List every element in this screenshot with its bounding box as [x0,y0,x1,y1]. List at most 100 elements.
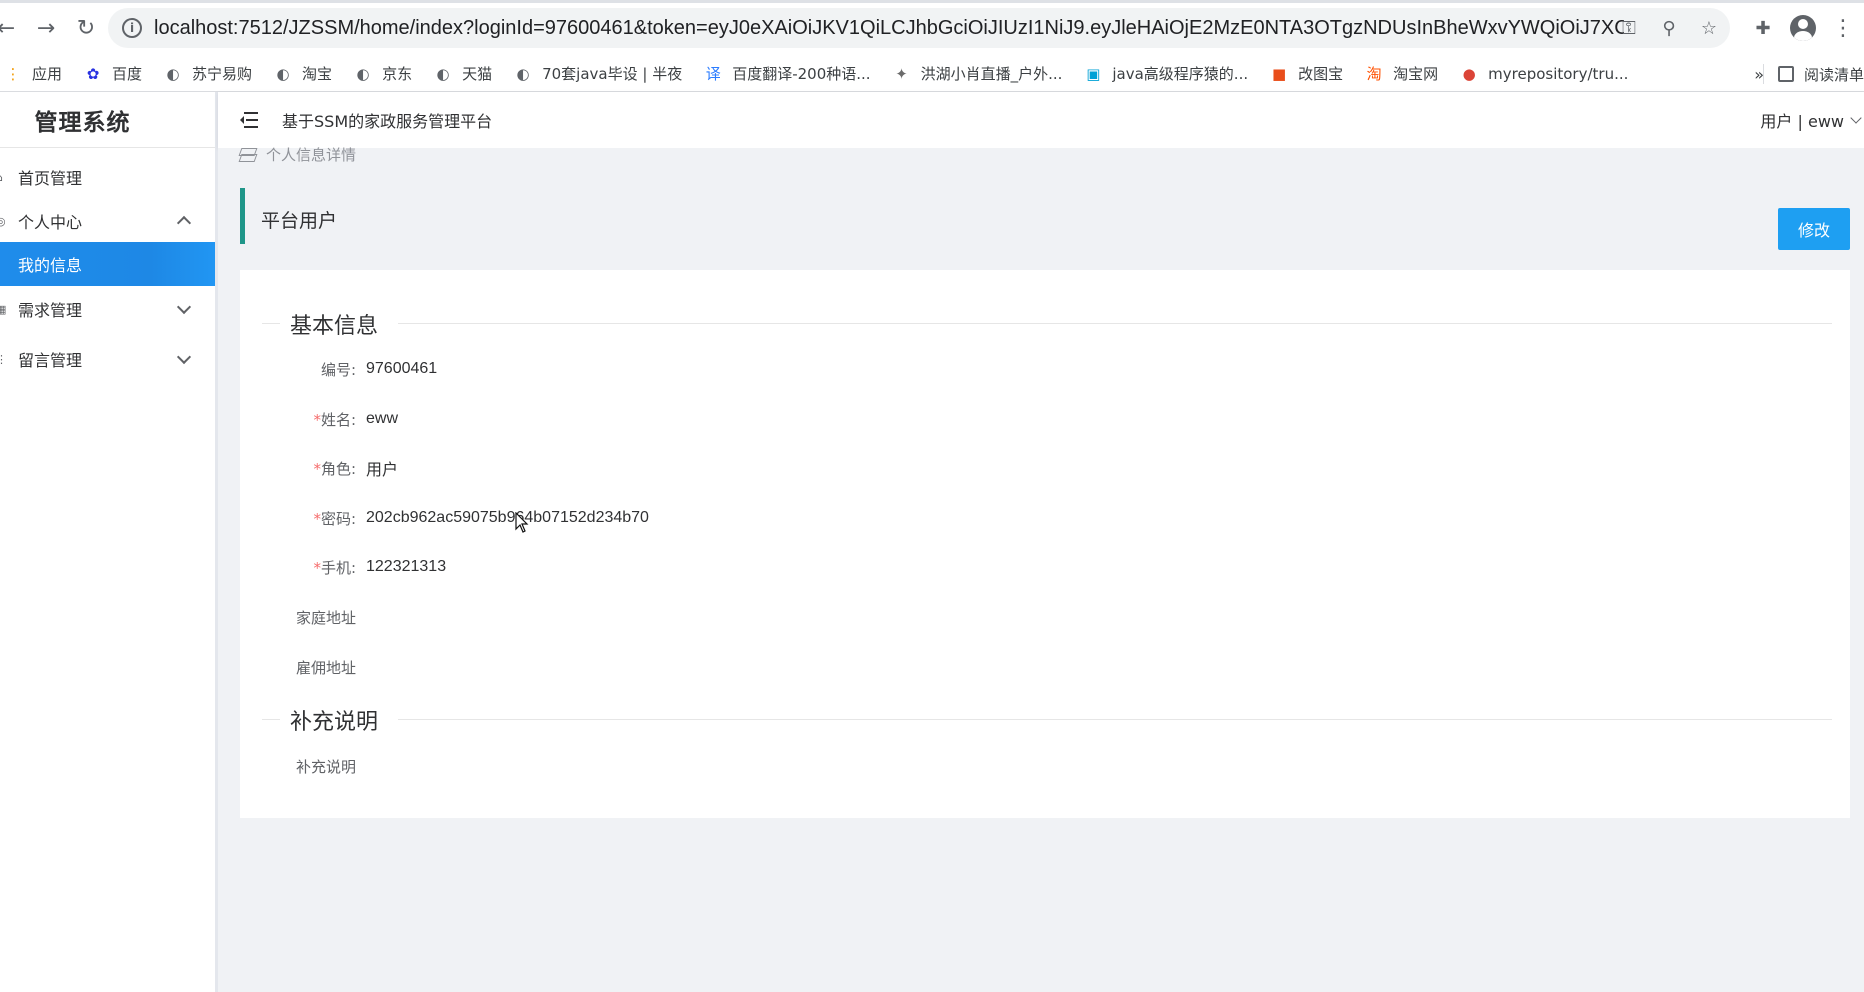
sidebar-item-home[interactable]: ⌂ 首页管理 [0,152,215,202]
field-id: 编号: 97600461 [240,355,1040,383]
user-label: 用户 | eww [1760,112,1844,131]
bookmark-label: java高级程序猿的... [1112,65,1249,83]
page-header: 平台用户 修改 [240,188,1850,250]
edit-button[interactable]: 修改 [1778,208,1850,250]
menu-toggle-icon[interactable] [240,112,260,128]
reading-list-button[interactable]: 阅读清单 [1762,56,1864,92]
url-text[interactable]: localhost:7512/JZSSM/home/index?loginId=… [154,17,1624,40]
bookmark-item[interactable]: ✦ 洪湖小肖直播_户外... [893,63,1063,84]
sidebar-item-label: 个人中心 [18,213,83,232]
globe-icon: ◐ [166,64,180,83]
bookmark-label: 京东 [382,65,413,83]
field-value: eww [366,410,399,427]
required-mark: * [313,558,321,577]
field-home-address: 家庭地址 [240,603,1040,631]
profile-avatar[interactable] [1790,15,1816,41]
field-name: *姓名: eww [240,405,1040,433]
accent-bar [240,188,245,244]
reading-list-icon [1777,66,1794,82]
sidebar-item-demand[interactable]: ▦ 需求管理 [0,284,215,334]
bookmark-item[interactable]: ◐ 天猫 [434,63,493,84]
bookmark-item[interactable]: ◐ 苏宁易购 [164,63,252,84]
chevron-down-icon [176,349,192,365]
tab-strip [0,0,1864,3]
bird-icon: ✦ [895,64,908,83]
bookmark-item[interactable]: ▣ java高级程序猿的... [1084,63,1248,84]
bookmark-label: myrepository/tru... [1488,64,1629,83]
field-supplement: 补充说明 [240,752,1040,780]
menu-icon[interactable]: ⋮ [1832,16,1854,41]
chevron-up-icon [176,215,192,231]
address-bar[interactable]: i localhost:7512/JZSSM/home/index?loginI… [108,8,1730,48]
field-label: *姓名: [313,410,356,429]
bookmark-item[interactable]: 译百度翻译-200种语... [704,63,871,84]
reload-icon[interactable]: ↻ [66,8,106,48]
chevron-down-icon [176,299,192,315]
bookmark-item[interactable]: ◐ 70套java毕设 | 半夜 [514,63,683,84]
bookmark-label: 淘宝 [302,65,333,83]
layers-icon [240,148,256,162]
reading-list-label: 阅读清单 [1803,65,1864,84]
globe-icon: ◐ [436,64,450,83]
image-icon: ■ [1272,64,1287,83]
field-value: 202cb962ac59075b964b07152d234b70 [366,509,649,526]
chevron-down-icon [1850,111,1862,124]
bookmark-item[interactable]: ◐ 淘宝 [274,63,333,84]
bookmark-label: 应用 [32,65,63,83]
breadcrumb: 个人信息详情 [240,144,356,165]
field-role: *角色: 用户 [240,454,1040,482]
sidebar-item-label: 需求管理 [18,301,83,320]
address-bar-actions: ⚿ ⚲ ☆ [1618,8,1720,48]
sidebar-item-label: 留言管理 [18,351,83,370]
back-icon[interactable]: ← [0,8,26,48]
sidebar-item-my-info[interactable]: 我的信息 [0,242,215,286]
bookmark-star-icon[interactable]: ☆ [1698,17,1720,39]
field-value: 97600461 [366,360,438,377]
home-icon: ⌂ [0,171,6,184]
bookmark-item[interactable]: ● myrepository/tru... [1460,64,1629,83]
field-value: 122321313 [366,558,447,575]
required-mark: * [313,509,321,528]
bookmark-item[interactable]: ◐ 京东 [354,63,413,84]
bookmark-item[interactable]: ■ 改图宝 [1270,63,1343,84]
field-label: 编号: [320,360,356,379]
browser-toolbar: ← → ↻ i localhost:7512/JZSSM/home/index?… [0,0,1864,56]
forward-icon[interactable]: → [26,8,66,48]
bilibili-icon: ▣ [1086,64,1101,83]
bookmark-label: 百度翻译-200种语... [732,65,871,83]
site-info-icon[interactable]: i [122,18,142,38]
baidu-icon: ✿ [86,64,100,83]
field-label: 雇佣地址 [295,658,356,677]
field-label: *密码: [313,509,356,528]
extensions-icon[interactable]: ✚ [1752,17,1774,39]
bookmarks-bar: ⋮ 应用 ✿ 百度 ◐ 苏宁易购 ◐ 淘宝 ◐ 京东 ◐ 天猫 ◐ 70套java毕设 | 半夜 译百度翻译… [0,56,1864,92]
main-content: 个人信息详情 平台用户 修改 基本信息 编号: 97600461 *姓名: ew… [218,146,1864,992]
section-title: 基本信息 [290,314,379,339]
bookmark-label: 洪湖小肖直播_户外... [920,65,1063,83]
translate-icon: 译 [705,65,721,83]
required-mark: * [313,459,321,478]
key-icon[interactable]: ⚿ [1618,17,1640,39]
app-logo: 管理系统 [0,92,215,148]
apps-icon: ⋮ [5,64,21,83]
section-title: 补充说明 [290,710,379,735]
app-header: 基于SSM的家政服务管理平台 用户 | eww [218,92,1864,148]
extensions-area: ✚ ⋮ [1752,8,1854,48]
sidebar-item-label: 首页管理 [18,169,83,188]
app-title: 基于SSM的家政服务管理平台 [282,112,493,131]
user-dropdown[interactable]: 用户 | eww [1760,108,1862,132]
bookmark-label: 百度 [112,65,143,83]
required-mark: * [313,410,321,429]
zoom-icon[interactable]: ⚲ [1658,17,1680,39]
field-value: 用户 [366,462,399,479]
mouse-cursor-icon [515,511,529,534]
list-icon: ▦ [0,303,7,316]
bookmark-label: 苏宁易购 [192,65,253,83]
sidebar-item-message[interactable]: ⋮ 留言管理 [0,334,215,384]
field-label: *角色: [313,459,356,478]
bookmark-item[interactable]: 淘淘宝网 [1365,63,1439,84]
sidebar-item-personal-center[interactable]: ◎ 个人中心 [0,196,215,246]
bookmark-item[interactable]: ⋮ 应用 [4,63,63,84]
globe-icon: ◐ [516,64,530,83]
bookmark-item[interactable]: ✿ 百度 [84,63,142,84]
